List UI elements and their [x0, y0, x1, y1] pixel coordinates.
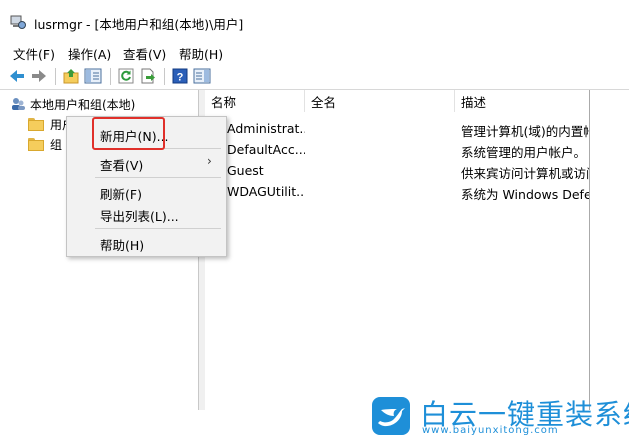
column-header-description[interactable]: 描述 — [455, 90, 589, 112]
toolbar: ? — [0, 63, 629, 90]
back-arrow-icon[interactable] — [8, 67, 26, 85]
users-groups-icon — [12, 98, 25, 110]
list-row[interactable]: DefaultAcc... 系统管理的用户帐户。 — [205, 140, 589, 160]
ctx-separator — [95, 177, 221, 178]
show-tree-icon[interactable] — [84, 67, 102, 85]
toolbar-separator — [55, 68, 56, 85]
refresh-icon[interactable] — [117, 67, 135, 85]
menu-action[interactable]: 操作(A) — [68, 44, 111, 63]
properties-pane-icon[interactable] — [193, 67, 211, 85]
ctx-separator — [95, 228, 221, 229]
folder-icon — [28, 137, 44, 151]
ctx-refresh[interactable]: 刷新(F) — [100, 184, 142, 203]
column-header-name-label: 名称 — [211, 94, 237, 110]
column-header-fullname-label: 全名 — [311, 94, 337, 110]
toolbar-separator — [110, 68, 111, 85]
tree-item-groups[interactable]: 组 — [28, 135, 62, 153]
tree-root[interactable]: 本地用户和组(本地) — [10, 95, 135, 113]
list-row[interactable]: Administrat... 管理计算机(域)的内置帐 — [205, 119, 589, 139]
ctx-export-list[interactable]: 导出列表(L)... — [100, 206, 179, 225]
row-description: 系统管理的用户帐户。 — [461, 145, 587, 160]
row-description: 供来宾访问计算机或访问 — [461, 166, 589, 181]
ctx-help[interactable]: 帮助(H) — [100, 235, 144, 254]
list-pane: 名称 全名 描述 Administrat... 管理计算机(域)的内置帐 Def… — [205, 90, 590, 410]
column-header-name[interactable]: 名称 — [205, 90, 305, 112]
window-title: lusrmgr - [本地用户和组(本地)\用户] — [34, 17, 244, 32]
watermark: 白云一键重装系统 www.baiyunxitong.com — [370, 395, 629, 439]
watermark-url: www.baiyunxitong.com — [422, 425, 559, 436]
row-name: WDAGUtilit... — [227, 184, 305, 199]
bird-logo-icon — [372, 397, 410, 435]
toolbar-separator — [164, 68, 165, 85]
list-row[interactable]: Guest 供来宾访问计算机或访问 — [205, 161, 589, 181]
title-bar: lusrmgr - [本地用户和组(本地)\用户] — [0, 0, 629, 42]
row-name: Guest — [227, 163, 264, 178]
column-header-description-label: 描述 — [461, 94, 487, 110]
column-header-fullname[interactable]: 全名 — [305, 90, 455, 112]
row-description: 系统为 Windows Defen — [461, 187, 589, 202]
list-row[interactable]: WDAGUtilit... 系统为 Windows Defen — [205, 182, 589, 202]
folder-icon — [28, 117, 44, 131]
submenu-arrow-icon: › — [207, 154, 212, 168]
forward-arrow-icon[interactable] — [30, 67, 48, 85]
row-name: Administrat... — [227, 121, 305, 136]
menu-bar: 文件(F) 操作(A) 查看(V) 帮助(H) — [0, 42, 629, 62]
computer-management-icon — [10, 15, 26, 29]
help-icon[interactable]: ? — [171, 67, 189, 85]
row-name: DefaultAcc... — [227, 142, 305, 157]
svg-text:?: ? — [177, 72, 184, 84]
menu-view[interactable]: 查看(V) — [123, 44, 166, 63]
annotation-highlight-box — [92, 117, 165, 150]
tree-root-label: 本地用户和组(本地) — [30, 97, 136, 112]
ctx-view[interactable]: 查看(V) — [100, 155, 143, 174]
up-folder-icon[interactable] — [62, 67, 80, 85]
tree-item-groups-label: 组 — [50, 137, 63, 152]
menu-help[interactable]: 帮助(H) — [179, 44, 223, 63]
menu-file[interactable]: 文件(F) — [13, 44, 55, 63]
row-description: 管理计算机(域)的内置帐 — [461, 124, 589, 139]
export-list-icon[interactable] — [139, 67, 157, 85]
